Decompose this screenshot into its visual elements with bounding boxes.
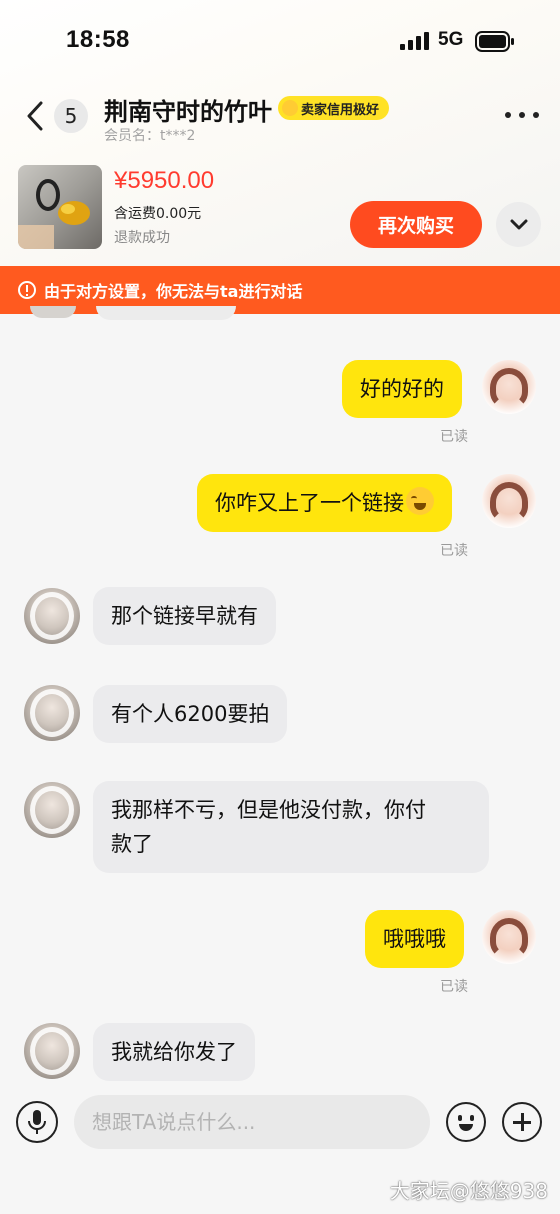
product-thumbnail[interactable] <box>18 165 102 249</box>
contact-name: 荆南守时的竹叶 <box>104 98 272 126</box>
signal-icon <box>400 32 432 50</box>
dot-icon <box>519 112 525 118</box>
message-bubble[interactable]: 哦哦哦 <box>365 910 464 968</box>
message-bubble[interactable]: 那个链接早就有 <box>93 587 276 645</box>
status-time: 18:58 <box>66 26 130 53</box>
message-bubble[interactable]: 你咋又上了一个链接 <box>197 474 452 532</box>
chevron-down-icon <box>510 219 527 229</box>
message-bubble[interactable]: 我那样不亏，但是他没付款，你付 款了 <box>93 781 489 873</box>
microphone-icon <box>28 1110 46 1134</box>
partial-message-bubble <box>96 306 236 320</box>
order-status: 退款成功 <box>114 230 170 246</box>
warning-banner: 由于对方设置，你无法与ta进行对话 <box>0 266 560 314</box>
avatar <box>30 306 76 318</box>
message-input[interactable] <box>74 1095 430 1149</box>
watermark: 大家坛@悠悠938 <box>389 1179 548 1203</box>
laughing-tears-emoji-icon <box>406 487 434 515</box>
contact-avatar[interactable] <box>24 782 80 838</box>
seller-credit-badge: 卖家信用极好 <box>278 96 390 120</box>
message-text: 你咋又上了一个链接 <box>215 491 404 515</box>
rebuy-button[interactable]: 再次购买 <box>350 201 482 248</box>
expand-button[interactable] <box>496 202 541 247</box>
contact-avatar[interactable] <box>24 1023 80 1079</box>
voice-input-button[interactable] <box>16 1101 58 1143</box>
read-status: 已读 <box>440 979 468 995</box>
warning-icon <box>18 281 36 299</box>
dot-icon <box>533 112 539 118</box>
message-bubble[interactable]: 有个人6200要拍 <box>93 685 288 743</box>
contact-avatar[interactable] <box>24 588 80 644</box>
message-text-line: 我那样不亏，但是他没付款，你付 <box>111 798 426 822</box>
back-button[interactable] <box>20 98 50 134</box>
chevron-left-icon <box>27 101 43 131</box>
message-text-line: 款了 <box>111 832 153 856</box>
smile-icon <box>282 100 298 116</box>
read-status: 已读 <box>440 429 468 445</box>
network-label: 5G <box>438 29 464 50</box>
warning-text: 由于对方设置，你无法与ta进行对话 <box>44 282 303 301</box>
more-options-button[interactable] <box>505 108 539 122</box>
contact-avatar[interactable] <box>24 685 80 741</box>
read-status: 已读 <box>440 543 468 559</box>
shipping-info: 含运费0.00元 <box>114 206 202 222</box>
emoji-icon[interactable] <box>446 1102 486 1142</box>
gold-pendant-image <box>18 179 90 249</box>
member-name: 会员名：t***2 <box>104 128 196 144</box>
product-price: ¥5950.00 <box>114 167 215 194</box>
my-avatar[interactable] <box>482 474 536 528</box>
dot-icon <box>505 112 511 118</box>
my-avatar[interactable] <box>482 910 536 964</box>
unread-count-badge[interactable]: 5 <box>54 99 88 133</box>
message-bubble[interactable]: 我就给你发了 <box>93 1023 255 1081</box>
my-avatar[interactable] <box>482 360 536 414</box>
battery-icon <box>475 31 514 52</box>
seller-credit-label: 卖家信用极好 <box>301 102 380 118</box>
message-bubble[interactable]: 好的好的 <box>342 360 462 418</box>
plus-icon[interactable] <box>502 1102 542 1142</box>
